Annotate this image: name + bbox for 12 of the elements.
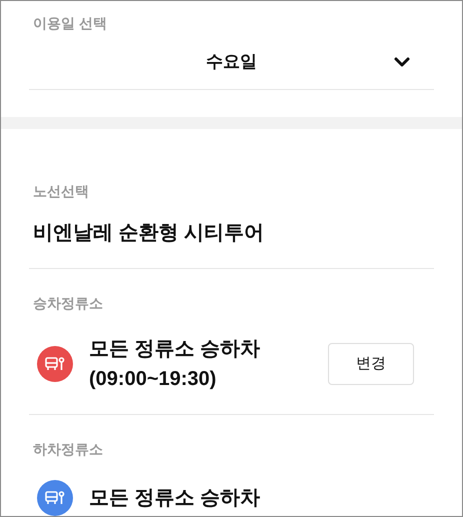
change-button[interactable]: 변경 [328,343,414,385]
bus-stop-icon [45,490,65,506]
day-select[interactable]: 수요일 [29,34,434,90]
stop-time: (09:00~19:30) [89,367,218,392]
section-label: 승차정류소 [32,294,104,313]
stop-name: 모든 정류소 승하차 [89,337,262,362]
bus-stop-icon [45,356,65,372]
section-label: 하차정류소 [32,440,104,459]
route-name: 비엔날레 순환형 시티투어 [29,202,434,269]
section-label: 노선선택 [32,182,90,201]
section-label: 이용일 선택 [32,14,108,33]
stop-name: 모든 정류소 승하차 [89,486,262,511]
